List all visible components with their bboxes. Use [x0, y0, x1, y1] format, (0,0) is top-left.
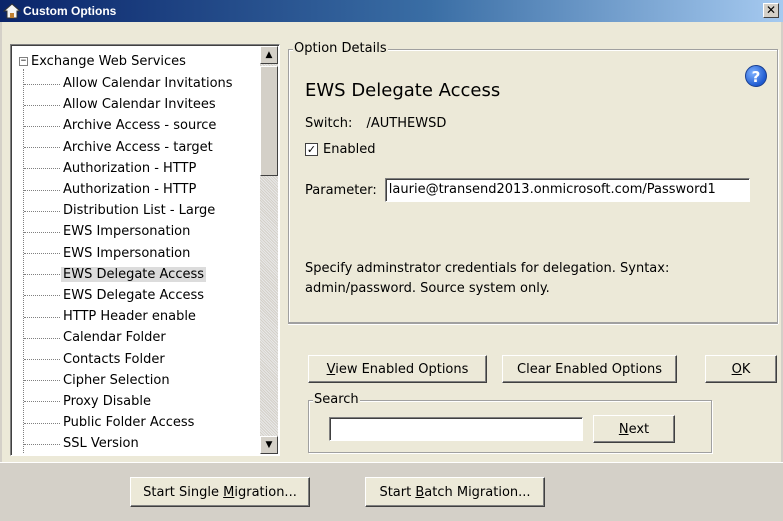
clear-enabled-options-button[interactable]: Clear Enabled Options	[502, 355, 677, 383]
option-description: Specify adminstrator credentials for del…	[305, 261, 670, 296]
enabled-checkbox-row[interactable]: ✓ Enabled	[305, 142, 376, 157]
option-details-group: Option Details ? EWS Delegate Access Swi…	[288, 41, 778, 323]
view-enabled-options-button[interactable]: View Enabled Options	[308, 355, 487, 383]
tree-item[interactable]: Proxy Disable	[13, 391, 260, 412]
tree-item[interactable]: Archive Access - source	[13, 115, 260, 136]
close-button[interactable]: ✕	[763, 3, 779, 18]
tree-item[interactable]: Public Folder Access	[13, 412, 260, 433]
tree-item-label: SSL Version	[63, 436, 139, 452]
tree-item[interactable]: Allow Calendar Invitations	[13, 73, 260, 94]
switch-label: Switch:	[305, 116, 353, 131]
tree-item[interactable]: Archive Access - target	[13, 137, 260, 158]
tree-item-label: EWS Impersonation	[63, 224, 191, 240]
collapse-icon[interactable]: −	[19, 56, 28, 66]
tree-item[interactable]: EWS Impersonation	[13, 221, 260, 242]
tree-item[interactable]: Distribution List - Large	[13, 200, 260, 221]
parameter-input[interactable]: laurie@transend2013.onmicrosoft.com/Pass…	[384, 178, 750, 202]
scroll-down-button[interactable]: ▼	[260, 436, 278, 454]
tree-item[interactable]: EWS Delegate Access	[13, 264, 260, 285]
enabled-label: Enabled	[323, 142, 376, 157]
switch-value: /AUTHEWSD	[366, 116, 447, 131]
tree-item[interactable]: SSL Version	[13, 433, 260, 453]
tree-item[interactable]: Authorization - HTTP	[13, 158, 260, 179]
options-tree[interactable]: − Exchange Web Services Allow Calendar I…	[10, 44, 280, 456]
option-details-legend: Option Details	[293, 41, 388, 56]
tree-item-label: Archive Access - source	[63, 118, 217, 134]
details-divider	[288, 323, 778, 325]
title-bar[interactable]: Custom Options ✕	[0, 0, 783, 22]
tree-item[interactable]: HTTP Header enable	[13, 306, 260, 327]
arrow-up-icon: ▲	[265, 50, 273, 60]
tree-item-label: Authorization - HTTP	[63, 160, 197, 176]
start-batch-label: Start Batch Migration...	[379, 484, 531, 500]
search-group: Search Next	[308, 392, 712, 453]
window-title: Custom Options	[23, 4, 117, 18]
tree-item[interactable]: EWS Impersonation	[13, 243, 260, 264]
tree-scrollbar[interactable]: ▲ ▼	[260, 46, 278, 454]
tree-item-label: Proxy Disable	[63, 393, 151, 409]
tree-item-label: EWS Delegate Access	[61, 266, 207, 282]
search-legend: Search	[313, 392, 360, 407]
tree-item-label: Contacts Folder	[63, 351, 165, 367]
tree-item-label: Allow Calendar Invitations	[63, 76, 233, 92]
tree-item[interactable]: Cipher Selection	[13, 370, 260, 391]
start-single-label: Start Single Migration...	[143, 484, 297, 500]
tree-item-label: Distribution List - Large	[63, 203, 216, 219]
tree-item[interactable]: EWS Delegate Access	[13, 285, 260, 306]
start-single-migration-button[interactable]: Start Single Migration...	[130, 477, 310, 507]
start-batch-migration-button[interactable]: Start Batch Migration...	[365, 477, 545, 507]
tree-item-label: Authorization - HTTP	[63, 182, 197, 198]
tree-item[interactable]: Contacts Folder	[13, 348, 260, 369]
tree-item[interactable]: Allow Calendar Invitees	[13, 94, 260, 115]
tree-item-label: EWS Delegate Access	[63, 287, 205, 303]
enabled-checkbox[interactable]: ✓	[305, 143, 318, 156]
arrow-down-icon: ▼	[265, 440, 273, 450]
option-title: EWS Delegate Access	[305, 80, 501, 101]
tree-root-label: Exchange Web Services	[31, 53, 186, 69]
next-button[interactable]: Next	[593, 415, 675, 443]
app-icon	[3, 3, 21, 19]
help-icon[interactable]: ?	[745, 65, 767, 87]
tree-root-node[interactable]: − Exchange Web Services	[19, 52, 186, 70]
switch-row: Switch: /AUTHEWSD	[305, 116, 446, 131]
scroll-thumb[interactable]	[260, 66, 278, 176]
parameter-label: Parameter:	[305, 182, 377, 198]
tree-item-label: Cipher Selection	[63, 372, 170, 388]
ok-button[interactable]: OK	[705, 355, 777, 383]
search-input[interactable]	[329, 417, 583, 441]
tree-item-label: Calendar Folder	[63, 330, 166, 346]
tree-item-label: Public Folder Access	[63, 415, 195, 431]
ok-label: OK	[731, 361, 751, 377]
tree-item-label: EWS Impersonation	[63, 245, 191, 261]
tree-item-label: HTTP Header enable	[63, 309, 196, 325]
clear-enabled-label: Clear Enabled Options	[517, 361, 662, 377]
tree-content: − Exchange Web Services Allow Calendar I…	[13, 47, 260, 453]
parameter-row: Parameter: laurie@transend2013.onmicroso…	[305, 178, 750, 202]
next-label: Next	[618, 421, 650, 437]
tree-item[interactable]: Calendar Folder	[13, 327, 260, 348]
bottom-bar: Start Single Migration... Start Batch Mi…	[0, 462, 783, 521]
close-icon: ✕	[765, 3, 777, 17]
tree-item-label: Allow Calendar Invitees	[63, 97, 216, 113]
view-enabled-label: View Enabled Options	[326, 361, 469, 377]
tree-item-list: Allow Calendar Invitations Allow Calendar…	[13, 73, 260, 453]
tree-item[interactable]: Authorization - HTTP	[13, 179, 260, 200]
tree-item-label: Archive Access - target	[63, 139, 213, 155]
scroll-up-button[interactable]: ▲	[260, 46, 278, 64]
